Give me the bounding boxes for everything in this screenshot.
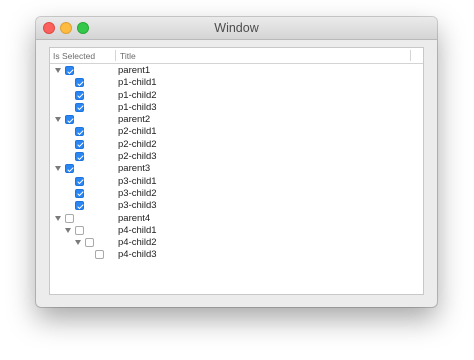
disclosure-triangle-down-icon[interactable]	[55, 166, 61, 172]
window-title: Window	[214, 21, 259, 35]
checkbox-unchecked-icon[interactable]	[75, 225, 84, 235]
outline-row[interactable]: p2-child3	[50, 151, 423, 163]
row-title: p1-child3	[118, 101, 157, 113]
disclosure-triangle-down-icon[interactable]	[55, 215, 61, 221]
checkbox-unchecked-icon[interactable]	[85, 238, 94, 248]
checkbox-checked-icon[interactable]	[75, 139, 84, 149]
row-title: parent4	[118, 212, 151, 224]
row-title: p1-child1	[118, 77, 157, 89]
disclosure-triangle-down-icon[interactable]	[55, 117, 61, 123]
title-bar[interactable]: Window	[36, 17, 437, 40]
outline-row[interactable]: p3-child2	[50, 188, 423, 200]
row-title: p2-child2	[118, 138, 157, 150]
outline-view[interactable]: Is Selected Title parent1 p1-child1 p1-chi…	[49, 47, 424, 295]
outline-row[interactable]: parent2	[50, 114, 423, 126]
row-title: parent3	[118, 163, 151, 175]
checkbox-checked-icon[interactable]	[75, 152, 84, 162]
disclosure-triangle-down-icon[interactable]	[65, 227, 71, 233]
column-header-is-selected[interactable]: Is Selected	[53, 51, 95, 61]
checkbox-checked-icon[interactable]	[75, 201, 84, 211]
row-title: p4-child1	[118, 224, 157, 236]
row-title: parent1	[118, 65, 151, 76]
outline-row[interactable]: parent4	[50, 213, 423, 225]
disclosure-triangle-down-icon[interactable]	[75, 240, 81, 246]
outline-row[interactable]: p4-child1	[50, 225, 423, 237]
row-title: p3-child2	[118, 187, 157, 199]
row-title: p3-child3	[118, 200, 157, 212]
checkbox-checked-icon[interactable]	[75, 188, 84, 198]
outline-row[interactable]: p3-child3	[50, 200, 423, 212]
column-divider[interactable]	[115, 50, 116, 61]
outline-row[interactable]: p2-child1	[50, 126, 423, 138]
checkbox-checked-icon[interactable]	[75, 102, 84, 112]
checkbox-unchecked-icon[interactable]	[95, 250, 104, 260]
outline-row[interactable]: p1-child3	[50, 102, 423, 114]
checkbox-checked-icon[interactable]	[75, 176, 84, 186]
checkbox-checked-icon[interactable]	[75, 78, 84, 88]
outline-row[interactable]: parent3	[50, 163, 423, 175]
outline-row[interactable]: p4-child3	[50, 249, 423, 261]
column-divider[interactable]	[410, 50, 411, 61]
column-header-title[interactable]: Title	[120, 51, 136, 61]
row-title: p4-child3	[118, 249, 157, 261]
outline-row[interactable]: p4-child2	[50, 237, 423, 249]
disclosure-triangle-down-icon[interactable]	[55, 68, 61, 73]
checkbox-checked-icon[interactable]	[65, 164, 74, 174]
outline-row[interactable]: p2-child2	[50, 139, 423, 151]
row-title: p3-child1	[118, 175, 157, 187]
outline-row[interactable]: p1-child1	[50, 77, 423, 89]
row-title: p1-child2	[118, 89, 157, 101]
outline-row[interactable]: p1-child2	[50, 90, 423, 102]
outline-row[interactable]: parent1	[50, 65, 423, 77]
outline-rows: parent1 p1-child1 p1-child2 p1-child3 parent…	[50, 65, 423, 262]
checkbox-unchecked-icon[interactable]	[65, 213, 74, 223]
table-header: Is Selected Title	[50, 48, 423, 64]
checkbox-checked-icon[interactable]	[65, 115, 74, 125]
checkbox-checked-icon[interactable]	[75, 127, 84, 137]
checkbox-checked-icon[interactable]	[65, 66, 74, 75]
row-title: parent2	[118, 114, 151, 126]
outline-row[interactable]: p3-child1	[50, 176, 423, 188]
row-title: p2-child1	[118, 126, 157, 138]
checkbox-checked-icon[interactable]	[75, 90, 84, 100]
row-title: p4-child2	[118, 237, 157, 249]
row-title: p2-child3	[118, 151, 157, 163]
app-window: Window Is Selected Title parent1 p1-child…	[36, 17, 437, 307]
